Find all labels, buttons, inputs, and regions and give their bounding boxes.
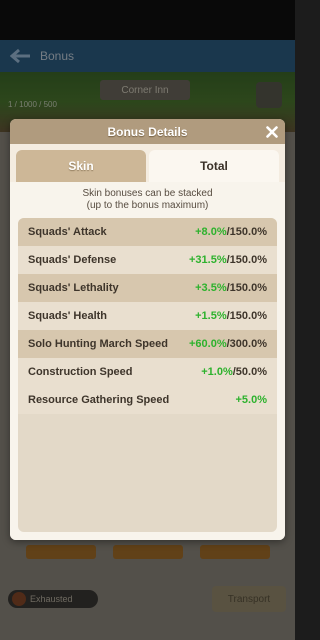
- bonus-current: +31.5%: [189, 254, 227, 266]
- tab-skin[interactable]: Skin: [16, 150, 146, 182]
- bonus-name: Squads' Health: [28, 310, 108, 322]
- bonus-name: Squads' Attack: [28, 226, 107, 238]
- bonus-max: /50.0%: [232, 366, 267, 378]
- bonus-name: Squads' Defense: [28, 254, 117, 266]
- bonus-value: +60.0% /300.0%: [189, 338, 267, 350]
- bonus-row: Squads' Defense +31.5% /150.0%: [18, 246, 277, 274]
- bonus-row: Squads' Attack +8.0% /150.0%: [18, 218, 277, 246]
- dialog-header: Bonus Details: [10, 119, 285, 144]
- bonus-current: +8.0%: [195, 226, 227, 238]
- bonus-current: +1.0%: [201, 366, 233, 378]
- bonus-current: +3.5%: [195, 282, 227, 294]
- stacking-note: Skin bonuses can be stacked (up to the b…: [10, 188, 285, 212]
- bonus-current: +60.0%: [189, 338, 227, 350]
- stacking-note-line-1: Skin bonuses can be stacked: [82, 188, 213, 199]
- bonus-max: /150.0%: [226, 310, 267, 322]
- tab-total[interactable]: Total: [149, 150, 279, 182]
- bonus-row: Solo Hunting March Speed +60.0% /300.0%: [18, 330, 277, 358]
- bonus-row: Construction Speed +1.0% /50.0%: [18, 358, 277, 386]
- bonus-list[interactable]: Squads' Attack +8.0% /150.0% Squads' Def…: [18, 218, 277, 532]
- bonus-value: +8.0% /150.0%: [195, 226, 267, 238]
- bonus-current: +1.5%: [195, 310, 227, 322]
- bonus-max: /300.0%: [226, 338, 267, 350]
- bonus-name: Resource Gathering Speed: [28, 394, 170, 406]
- bonus-max: /150.0%: [226, 254, 267, 266]
- bonus-panel: Skin bonuses can be stacked (up to the b…: [10, 182, 285, 540]
- bonus-max: /150.0%: [226, 226, 267, 238]
- close-button[interactable]: [262, 122, 281, 141]
- dialog-title: Bonus Details: [107, 124, 188, 139]
- bonus-name: Construction Speed: [28, 366, 133, 378]
- stacking-note-line-2: (up to the bonus maximum): [86, 200, 209, 211]
- bonus-max: /150.0%: [226, 282, 267, 294]
- bonus-details-dialog: Bonus Details Skin Total Skin bonuses ca…: [10, 119, 285, 540]
- close-icon: [265, 125, 278, 138]
- tab-bar: Skin Total: [16, 150, 279, 182]
- bonus-name: Squads' Lethality: [28, 282, 119, 294]
- bonus-value: +1.5% /150.0%: [195, 310, 267, 322]
- bonus-row: Squads' Health +1.5% /150.0%: [18, 302, 277, 330]
- bonus-current: +5.0%: [235, 394, 268, 406]
- bonus-row: Resource Gathering Speed +5.0%: [18, 386, 277, 414]
- bonus-name: Solo Hunting March Speed: [28, 338, 168, 350]
- bonus-value: +31.5% /150.0%: [189, 254, 267, 266]
- bonus-value: +3.5% /150.0%: [195, 282, 267, 294]
- bonus-row: Squads' Lethality +3.5% /150.0%: [18, 274, 277, 302]
- bonus-value: +5.0%: [236, 394, 268, 406]
- bonus-value: +1.0% /50.0%: [201, 366, 267, 378]
